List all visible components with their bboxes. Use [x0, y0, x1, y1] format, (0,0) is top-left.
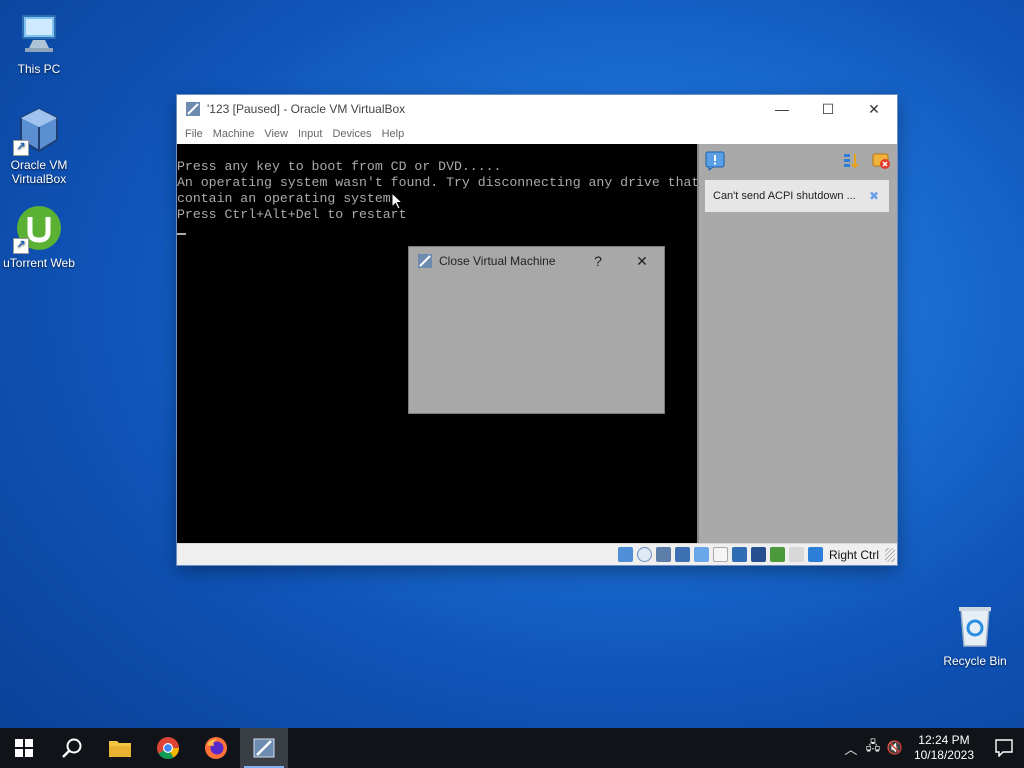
desktop-icon-label: Recycle Bin — [943, 654, 1007, 668]
recording-icon[interactable] — [750, 547, 766, 562]
virtualbox-taskbar-icon — [253, 738, 275, 758]
help-button[interactable]: ? — [576, 253, 620, 269]
network-icon[interactable] — [674, 547, 690, 562]
close-icon: ✕ — [868, 100, 880, 117]
console-output: Press any key to boot from CD or DVD....… — [177, 159, 697, 223]
desktop-icon-label: Oracle VM VirtualBox — [10, 158, 68, 186]
close-vm-dialog[interactable]: Close Virtual Machine ? ✕ — [408, 246, 665, 414]
menu-machine[interactable]: Machine — [211, 128, 263, 140]
usb-icon[interactable] — [693, 547, 709, 562]
desktop-icon-label: uTorrent Web — [3, 256, 75, 270]
menu-bar: File Machine View Input Devices Help — [177, 123, 897, 145]
console-line: contain an operating system. — [177, 191, 399, 206]
folder-icon — [109, 741, 131, 757]
virtualbox-app-icon — [418, 254, 432, 268]
notification-bell-icon[interactable] — [705, 151, 725, 171]
notification-message[interactable]: Can't send ACPI shutdown ... ✖ — [705, 180, 889, 212]
text-cursor — [177, 233, 186, 235]
mouse-integration-icon[interactable] — [788, 547, 804, 562]
menu-file[interactable]: File — [183, 128, 211, 140]
search-icon — [62, 738, 82, 758]
desktop-icon-utorrent[interactable]: ↗ uTorrent Web — [1, 204, 77, 270]
taskbar-virtualbox[interactable] — [240, 728, 288, 768]
volume-muted-icon[interactable]: 🔇 — [884, 740, 906, 756]
notification-icon — [995, 739, 1013, 757]
virtualbox-icon: ↗ — [13, 106, 63, 156]
maximize-button[interactable]: ☐ — [805, 95, 851, 123]
host-key-label: Right Ctrl — [828, 547, 879, 562]
window-titlebar[interactable]: '123 [Paused] - Oracle VM VirtualBox — ☐… — [177, 95, 897, 123]
maximize-icon: ☐ — [821, 100, 835, 117]
dialog-title: Close Virtual Machine — [439, 254, 556, 268]
cpu-icon[interactable] — [769, 547, 785, 562]
dialog-titlebar[interactable]: Close Virtual Machine ? ✕ — [409, 247, 664, 275]
hard-disk-icon[interactable] — [617, 547, 633, 562]
desktop-icon-virtualbox[interactable]: ↗ Oracle VM VirtualBox — [1, 106, 77, 186]
window-title: '123 [Paused] - Oracle VM VirtualBox — [207, 102, 406, 116]
console-line: Press any key to boot from CD or DVD....… — [177, 159, 502, 174]
clock[interactable]: 12:24 PM 10/18/2023 — [914, 733, 974, 763]
status-bar: Right Ctrl — [177, 543, 897, 565]
desktop-icon-label: This PC — [17, 62, 61, 76]
firefox-icon — [205, 737, 227, 759]
display-icon[interactable] — [731, 547, 747, 562]
console-line: Press Ctrl+Alt+Del to restart — [177, 207, 407, 222]
console-line: An operating system wasn't found. Try di… — [177, 175, 697, 190]
virtualbox-app-icon — [186, 102, 200, 116]
start-button[interactable] — [0, 728, 48, 768]
sort-notifications-icon[interactable] — [841, 151, 861, 171]
close-button[interactable]: ✕ — [851, 95, 897, 123]
shortcut-arrow-icon: ↗ — [13, 238, 29, 254]
action-center-button[interactable] — [984, 728, 1024, 768]
recycle-bin-icon — [951, 602, 999, 650]
desktop-icon-recycle-bin[interactable]: Recycle Bin — [937, 602, 1013, 668]
notification-center: Can't send ACPI shutdown ... ✖ — [697, 144, 897, 544]
dialog-close-button[interactable]: ✕ — [620, 253, 664, 270]
menu-view[interactable]: View — [262, 128, 296, 140]
minimize-button[interactable]: — — [759, 95, 805, 123]
menu-help[interactable]: Help — [380, 128, 413, 140]
windows-logo-icon — [15, 739, 33, 757]
network-tray-icon[interactable]: 🖧 — [862, 737, 884, 759]
mouse-pointer-icon — [391, 192, 403, 210]
dismiss-notification-icon[interactable]: ✖ — [869, 189, 879, 203]
clock-date: 10/18/2023 — [913, 748, 974, 762]
taskbar-file-explorer[interactable] — [96, 728, 144, 768]
show-hidden-icons-icon[interactable]: ︿ — [840, 739, 862, 758]
search-button[interactable] — [48, 728, 96, 768]
notification-text: Can't send ACPI shutdown ... — [713, 190, 856, 202]
dismiss-all-icon[interactable] — [871, 151, 891, 171]
taskbar: ︿ 🖧 🔇 12:24 PM 10/18/2023 — [0, 728, 1024, 768]
computer-icon — [15, 10, 63, 58]
system-tray: ︿ 🖧 🔇 12:24 PM 10/18/2023 — [840, 728, 1024, 768]
minimize-icon: — — [775, 101, 789, 117]
menu-input[interactable]: Input — [296, 128, 330, 140]
clock-time: 12:24 PM — [918, 733, 970, 747]
taskbar-chrome[interactable] — [144, 728, 192, 768]
audio-icon[interactable] — [655, 547, 671, 562]
shortcut-arrow-icon: ↗ — [13, 140, 29, 156]
utorrent-icon: ↗ — [13, 204, 63, 254]
resize-grip[interactable] — [885, 547, 895, 562]
chrome-icon — [157, 737, 179, 759]
taskbar-firefox[interactable] — [192, 728, 240, 768]
desktop-icon-this-pc[interactable]: This PC — [1, 10, 77, 76]
optical-drive-icon[interactable] — [636, 547, 652, 562]
keyboard-capture-icon[interactable] — [807, 547, 823, 562]
menu-devices[interactable]: Devices — [330, 128, 379, 140]
shared-folders-icon[interactable] — [712, 547, 728, 562]
